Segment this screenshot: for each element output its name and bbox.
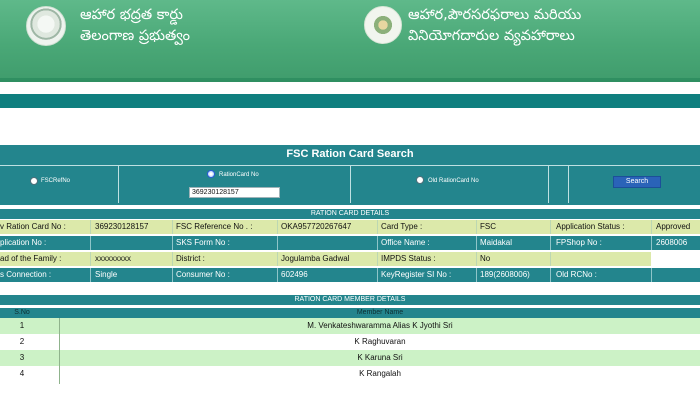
old-rationcard-no-label: Old RationCard No: [428, 178, 479, 184]
field-value: Single: [95, 270, 118, 279]
sno-column-header: S.No: [14, 309, 30, 316]
details-row: plication No : SKS Form No : Office Name…: [0, 236, 700, 250]
header-title-right-line2: వినియోగదారుల వ్యవహారాలు: [408, 28, 575, 44]
member-sno: 1: [19, 321, 25, 330]
field-value: 602496: [281, 270, 308, 279]
field-value: xxxxxxxxx: [95, 254, 131, 263]
member-sno: 2: [19, 337, 25, 346]
field-label: District :: [176, 254, 205, 263]
details-row: s Connection : Single Consumer No : 6024…: [0, 268, 700, 282]
header-title-left-line2: తెలంగాణ ప్రభుత్వం: [80, 28, 190, 44]
field-value: Maidakal: [480, 238, 513, 247]
rationcard-no-label: RationCard No: [219, 172, 259, 178]
details-row: v Ration Card No : 369230128157 FSC Refe…: [0, 220, 700, 234]
field-label: KeyRegister SI No :: [381, 270, 452, 279]
member-row: 2 K Raghuvaran: [0, 334, 700, 350]
member-sno: 4: [19, 369, 25, 378]
nav-bar: [0, 94, 700, 108]
search-panel-title: FSC Ration Card Search: [286, 148, 414, 160]
field-label: Card Type :: [381, 222, 423, 231]
field-value: 189(2608006): [480, 270, 530, 279]
member-row: 1 M. Venkateshwaramma Alias K Jyothi Sri: [0, 318, 700, 334]
member-details-title: RATION CARD MEMBER DETAILS: [0, 295, 700, 305]
search-separator: [350, 165, 351, 203]
field-label: Consumer No :: [176, 270, 230, 279]
field-value: [656, 268, 700, 282]
member-name: K Raghuvaran: [354, 337, 406, 346]
site-header: ఆహార భద్రత కార్డు తెలంగాణ ప్రభుత్వం ఆహార…: [0, 0, 700, 82]
field-value: No: [480, 254, 491, 263]
member-name-column-header: Member Name: [356, 309, 404, 316]
field-label: plication No :: [0, 238, 47, 247]
member-name: K Karuna Sri: [357, 353, 403, 362]
search-button[interactable]: Search: [613, 176, 661, 188]
field-label: IMPDS Status :: [381, 254, 436, 263]
member-sno: 3: [19, 353, 25, 362]
fscrefno-label: FSCRefNo: [41, 178, 71, 184]
member-table-header: S.No Member Name: [0, 308, 700, 318]
old-rationcard-no-radio[interactable]: [416, 176, 424, 184]
telangana-emblem-icon: [26, 6, 66, 46]
fscrefno-radio[interactable]: [30, 177, 38, 185]
ration-card-details-title: RATION CARD DETAILS: [0, 209, 700, 219]
field-label: FPShop No :: [556, 238, 602, 247]
field-value: [95, 236, 170, 250]
search-separator: [118, 165, 119, 203]
field-label: s Connection :: [0, 270, 52, 279]
header-title-left-line1: ఆహార భద్రత కార్డు: [80, 7, 183, 23]
field-label: ad of the Family :: [0, 254, 62, 263]
member-row: 4 K Rangalah: [0, 366, 700, 382]
member-name: M. Venkateshwaramma Alias K Jyothi Sri: [307, 321, 453, 330]
field-label: Old RCNo :: [556, 270, 597, 279]
field-value: FSC: [480, 222, 496, 231]
civil-supplies-emblem-icon: [364, 6, 402, 44]
application-status-value: Approved: [656, 222, 691, 231]
field-label: SKS Form No :: [176, 238, 230, 247]
member-name: K Rangalah: [359, 369, 401, 378]
field-value: 369230128157: [95, 222, 149, 231]
search-separator: [568, 165, 569, 203]
field-label: Application Status :: [556, 222, 625, 231]
field-value: [281, 236, 376, 250]
member-table-divider: [59, 318, 60, 384]
field-label: Office Name :: [381, 238, 430, 247]
field-value: Jogulamba Gadwal: [281, 254, 350, 263]
rationcard-no-input[interactable]: [189, 187, 280, 198]
header-title-left: ఆహార భద్రత కార్డు తెలంగాణ ప్రభుత్వం: [80, 5, 190, 47]
field-value: OKA957720267647: [281, 222, 352, 231]
field-label: FSC Reference No . :: [176, 222, 253, 231]
search-separator: [548, 165, 549, 203]
header-title-right: ఆహార,పౌరసరఫరాలు మరియు వినియోగదారుల వ్యవహ…: [408, 5, 581, 47]
blank-cell: [651, 252, 700, 266]
field-value: 2608006: [656, 238, 688, 247]
header-title-right-line1: ఆహార,పౌరసరఫరాలు మరియు: [408, 7, 582, 23]
field-label: v Ration Card No :: [0, 222, 66, 231]
rationcard-no-radio[interactable]: [207, 170, 215, 178]
member-row: 3 K Karuna Sri: [0, 350, 700, 366]
details-row: ad of the Family : xxxxxxxxx District : …: [0, 252, 700, 266]
